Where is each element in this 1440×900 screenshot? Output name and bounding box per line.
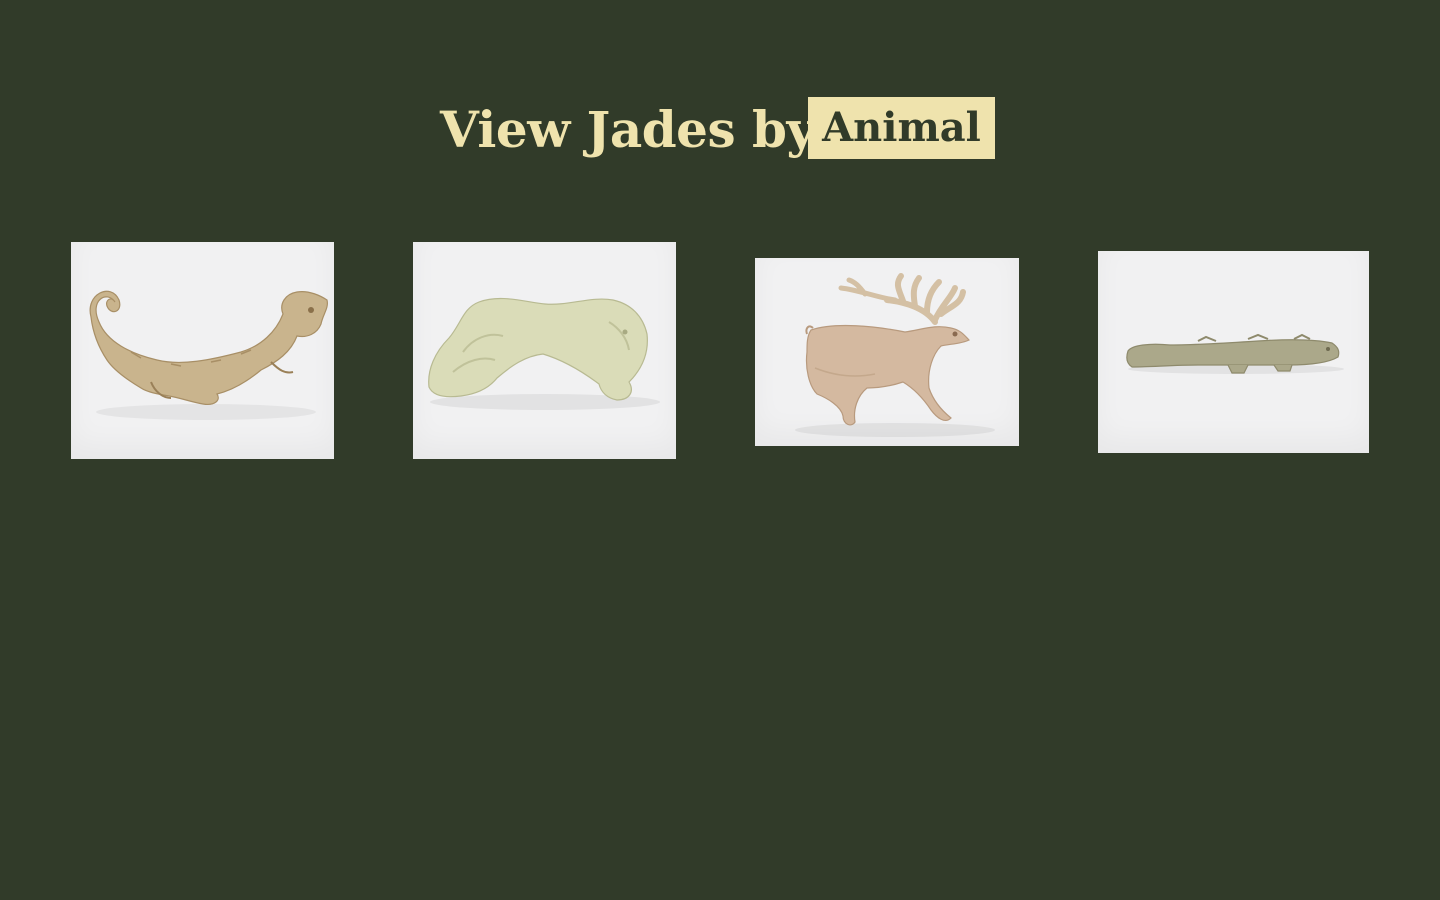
jade-tiger-image [428, 297, 660, 410]
jade-card-deer[interactable] [755, 258, 1019, 446]
jade-deer-image [795, 273, 995, 437]
animal-filter-button[interactable]: Animal [808, 97, 995, 159]
page-title: View Jades by [440, 100, 816, 159]
jade-card-tiger[interactable] [413, 242, 676, 459]
jade-dragon-image [89, 290, 328, 420]
jade-fish-image [1126, 333, 1344, 374]
jade-card-dragon[interactable] [71, 242, 334, 459]
jade-card-fish[interactable] [1098, 251, 1369, 453]
page-header: View Jades by Animal [0, 96, 1440, 160]
